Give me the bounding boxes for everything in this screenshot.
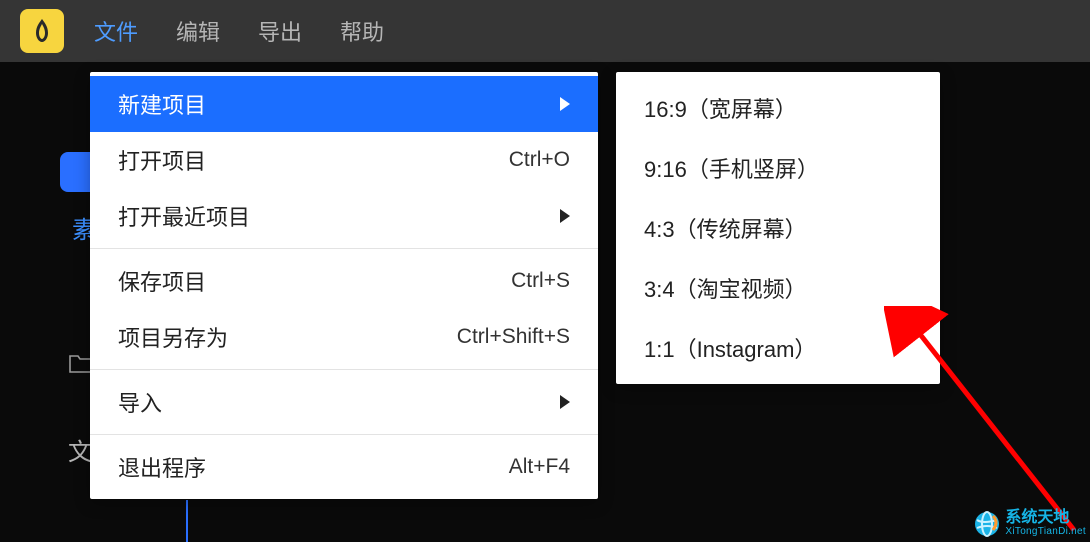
menu-label: 项目另存为 bbox=[118, 321, 228, 353]
ratio-9-16[interactable]: 9:16（手机竖屏） bbox=[616, 138, 940, 198]
new-project-submenu: 16:9（宽屏幕） 9:16（手机竖屏） 4:3（传统屏幕） 3:4（淘宝视频）… bbox=[616, 72, 940, 384]
globe-icon bbox=[973, 510, 1001, 538]
sidebar-tab-active[interactable] bbox=[60, 152, 90, 192]
menu-label: 导入 bbox=[118, 386, 162, 418]
menu-save-project[interactable]: 保存项目 Ctrl+S bbox=[90, 253, 598, 309]
menubar: 文件 编辑 导出 帮助 bbox=[94, 15, 384, 47]
menu-label: 保存项目 bbox=[118, 265, 206, 297]
submenu-arrow-icon bbox=[560, 97, 570, 111]
menu-separator bbox=[90, 248, 598, 249]
ratio-3-4[interactable]: 3:4（淘宝视频） bbox=[616, 258, 940, 318]
menu-open-recent[interactable]: 打开最近项目 bbox=[90, 188, 598, 244]
submenu-arrow-icon bbox=[560, 395, 570, 409]
ratio-1-1[interactable]: 1:1（Instagram） bbox=[616, 318, 940, 378]
ratio-4-3[interactable]: 4:3（传统屏幕） bbox=[616, 198, 940, 258]
menu-new-project[interactable]: 新建项目 bbox=[90, 76, 598, 132]
ratio-16-9[interactable]: 16:9（宽屏幕） bbox=[616, 78, 940, 138]
timeline-playhead bbox=[186, 500, 188, 542]
menu-exit[interactable]: 退出程序 Alt+F4 bbox=[90, 439, 598, 495]
watermark-url: XiTongTianDi.net bbox=[1005, 527, 1086, 538]
menu-save-as[interactable]: 项目另存为 Ctrl+Shift+S bbox=[90, 309, 598, 365]
top-menubar: 文件 编辑 导出 帮助 bbox=[0, 0, 1090, 62]
watermark: 系统天地 XiTongTianDi.net bbox=[973, 510, 1086, 538]
shortcut-label: Ctrl+O bbox=[509, 148, 570, 172]
shortcut-label: Ctrl+Shift+S bbox=[457, 325, 570, 349]
shortcut-label: Alt+F4 bbox=[509, 455, 570, 479]
menu-separator bbox=[90, 434, 598, 435]
sidebar-text-label: 文 bbox=[68, 432, 92, 467]
menu-separator bbox=[90, 369, 598, 370]
menu-label: 打开项目 bbox=[118, 144, 206, 176]
menu-help[interactable]: 帮助 bbox=[340, 15, 384, 47]
menu-label: 退出程序 bbox=[118, 451, 206, 483]
menu-open-project[interactable]: 打开项目 Ctrl+O bbox=[90, 132, 598, 188]
menu-import[interactable]: 导入 bbox=[90, 374, 598, 430]
menu-file[interactable]: 文件 bbox=[94, 15, 138, 47]
submenu-arrow-icon bbox=[560, 209, 570, 223]
menu-label: 新建项目 bbox=[118, 88, 206, 120]
menu-edit[interactable]: 编辑 bbox=[176, 15, 220, 47]
menu-label: 打开最近项目 bbox=[118, 200, 250, 232]
app-logo bbox=[20, 9, 64, 53]
watermark-title: 系统天地 bbox=[1005, 510, 1086, 527]
menu-export[interactable]: 导出 bbox=[258, 15, 302, 47]
shortcut-label: Ctrl+S bbox=[511, 269, 570, 293]
file-dropdown-menu: 新建项目 打开项目 Ctrl+O 打开最近项目 保存项目 Ctrl+S 项目另存… bbox=[90, 72, 598, 499]
